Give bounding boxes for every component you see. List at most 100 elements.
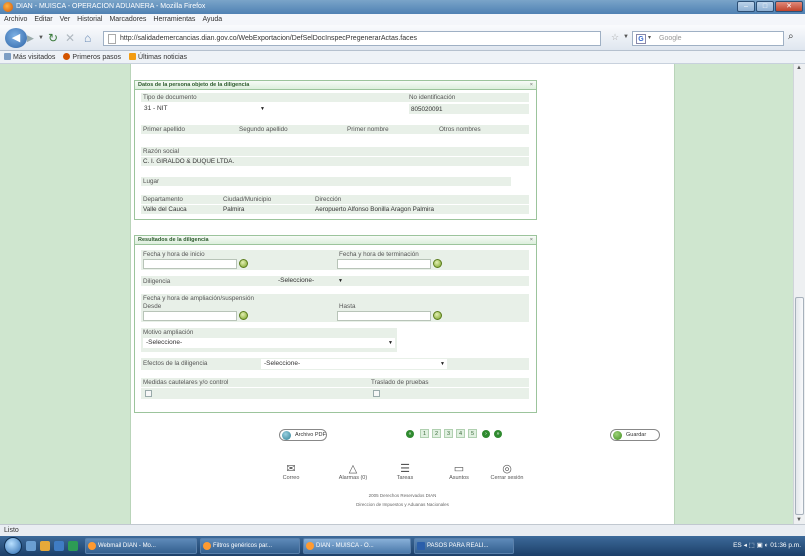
- menu-herramientas[interactable]: Herramientas: [153, 14, 195, 25]
- asuntos-link[interactable]: ▭ Asuntos: [439, 462, 479, 481]
- start-button[interactable]: [4, 537, 22, 555]
- scroll-up-icon[interactable]: ▲: [796, 65, 802, 71]
- primer-apellido-label: Primer apellido: [143, 126, 185, 133]
- page-4[interactable]: 4: [456, 429, 465, 438]
- page-1[interactable]: 1: [420, 429, 429, 438]
- correo-link[interactable]: ✉ Correo: [271, 462, 311, 481]
- alarm-icon: △: [348, 463, 358, 475]
- collapse-icon[interactable]: ×: [530, 236, 533, 245]
- archivo-pdf-button[interactable]: Archivo PDF: [279, 429, 327, 441]
- maximize-button[interactable]: □: [756, 1, 774, 12]
- motivo-label: Motivo ampliación: [143, 329, 194, 336]
- tipo-documento-select[interactable]: 31 - NIT ▼: [141, 104, 267, 114]
- menu-historial[interactable]: Historial: [77, 14, 102, 25]
- task-dian-muisca[interactable]: DIAN - MUISCA - O...: [303, 538, 411, 554]
- pdf-icon: [282, 431, 291, 440]
- resultados-panel-title: Resultados de la diligencia: [138, 237, 209, 243]
- medidas-checkbox[interactable]: [145, 390, 152, 397]
- menu-ayuda[interactable]: Ayuda: [202, 14, 222, 25]
- url-bar[interactable]: http://salidademercancias.dian.gov.co/We…: [103, 31, 601, 46]
- quicklaunch-icon[interactable]: [68, 541, 78, 551]
- save-icon: [613, 431, 622, 440]
- calendar-icon[interactable]: [239, 259, 248, 268]
- hasta-input[interactable]: [337, 311, 431, 321]
- menu-marcadores[interactable]: Marcadores: [109, 14, 146, 25]
- explorer-icon[interactable]: [40, 541, 50, 551]
- next-page-icon[interactable]: ›: [482, 430, 490, 438]
- row-bg: [141, 177, 511, 186]
- vertical-scrollbar[interactable]: ▲ ▼: [793, 64, 805, 524]
- menu-archivo[interactable]: Archivo: [4, 14, 27, 25]
- resultados-panel: Resultados de la diligencia × Fecha y ho…: [134, 235, 537, 413]
- stop-icon[interactable]: ✕: [65, 30, 75, 46]
- scroll-down-icon[interactable]: ▼: [796, 517, 802, 523]
- tray-icons[interactable]: ◂ ⬚ ▣ ◐: [744, 542, 771, 549]
- diligencia-label: Diligencia: [143, 278, 171, 285]
- fecha-terminacion-input[interactable]: [337, 259, 431, 269]
- firefox-icon: [3, 2, 13, 12]
- dropdown-arrow-icon: ▼: [260, 106, 265, 112]
- bookmark-mas-visitados[interactable]: Más visitados: [4, 51, 55, 63]
- alarmas-link[interactable]: △ Alarmas (0): [333, 462, 373, 481]
- search-engine-dropdown-icon[interactable]: ▾: [648, 32, 651, 45]
- bookmark-primeros-pasos[interactable]: Primeros pasos: [63, 51, 121, 63]
- traslado-checkbox[interactable]: [373, 390, 380, 397]
- razon-social-value: C. I. GIRALDO & DUQUE LTDA.: [143, 158, 235, 165]
- bookmark-ultimas-noticias[interactable]: Últimas noticias: [129, 51, 187, 63]
- tareas-link[interactable]: ☰ Tareas: [385, 462, 425, 481]
- calendar-icon[interactable]: [433, 311, 442, 320]
- efectos-label: Efectos de la diligencia: [143, 360, 208, 367]
- language-indicator[interactable]: ES: [733, 542, 742, 549]
- diligencia-select[interactable]: -Seleccione- ▼: [275, 276, 345, 286]
- last-page-icon[interactable]: »: [494, 430, 502, 438]
- task-webmail[interactable]: Webmail DIAN - Mo...: [85, 538, 197, 554]
- word-icon: [417, 542, 425, 550]
- scroll-thumb[interactable]: [795, 297, 804, 515]
- reload-icon[interactable]: ↻: [48, 30, 58, 46]
- motivo-select[interactable]: -Seleccione- ▼: [143, 338, 395, 348]
- menu-ver[interactable]: Ver: [60, 14, 71, 25]
- fecha-terminacion-label: Fecha y hora de terminación: [339, 251, 419, 258]
- rss-icon: [129, 53, 137, 60]
- show-desktop-icon[interactable]: [26, 541, 36, 551]
- collapse-icon[interactable]: ×: [530, 81, 533, 90]
- medidas-label: Medidas cautelares y/o control: [143, 379, 229, 386]
- status-text: Listo: [4, 527, 19, 534]
- fecha-inicio-input[interactable]: [143, 259, 237, 269]
- search-input[interactable]: G ▾ Google: [632, 31, 784, 46]
- task-pasos[interactable]: PASOS PARA REALI...: [414, 538, 514, 554]
- persona-panel-title: Datos de la persona objeto de la diligen…: [138, 82, 250, 88]
- calendar-icon[interactable]: [433, 259, 442, 268]
- mail-icon: ✉: [286, 463, 296, 475]
- ie-icon[interactable]: [54, 541, 64, 551]
- row-bg: [141, 388, 529, 399]
- page-3[interactable]: 3: [444, 429, 453, 438]
- back-button[interactable]: ◀: [5, 28, 27, 48]
- minimize-button[interactable]: –: [737, 1, 755, 12]
- google-icon[interactable]: G: [636, 34, 646, 44]
- page-2[interactable]: 2: [432, 429, 441, 438]
- first-page-icon[interactable]: «: [406, 430, 414, 438]
- close-button[interactable]: ✕: [775, 1, 803, 12]
- firefox-icon: [88, 542, 96, 550]
- segundo-apellido-label: Segundo apellido: [239, 126, 288, 133]
- search-icon[interactable]: ⌕: [788, 31, 794, 42]
- menu-editar[interactable]: Editar: [34, 14, 52, 25]
- clock[interactable]: 01:36 p.m.: [770, 542, 801, 549]
- cerrar-sesion-link[interactable]: ◎ Cerrar sesión: [487, 462, 527, 481]
- history-dropdown-icon[interactable]: ▼: [38, 31, 44, 45]
- no-identificacion-value: 805020091: [411, 106, 443, 113]
- page-icon: [108, 34, 116, 44]
- primer-nombre-label: Primer nombre: [347, 126, 389, 133]
- page-viewport: Datos de la persona objeto de la diligen…: [0, 64, 793, 524]
- guardar-button[interactable]: Guardar: [610, 429, 660, 441]
- home-icon[interactable]: ⌂: [84, 30, 91, 46]
- bookmark-star-icon[interactable]: ☆: [611, 32, 619, 43]
- firefox-icon: [306, 542, 314, 550]
- url-dropdown-icon[interactable]: ▼: [623, 34, 629, 40]
- page-5[interactable]: 5: [468, 429, 477, 438]
- task-filtros[interactable]: Filtros genéricos par...: [200, 538, 300, 554]
- desde-input[interactable]: [143, 311, 237, 321]
- efectos-select[interactable]: -Seleccione- ▼: [261, 359, 447, 369]
- calendar-icon[interactable]: [239, 311, 248, 320]
